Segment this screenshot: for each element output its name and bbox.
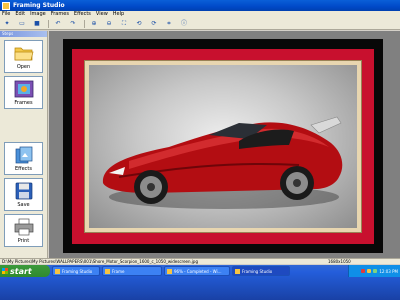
outer-frame xyxy=(63,39,383,253)
frames-label: Frames xyxy=(14,99,33,106)
taskbar-item-label: Framing Studio xyxy=(62,268,93,274)
file-path: D:\My Pictures\My Pictures\WALLPAPERS\00… xyxy=(2,259,198,264)
canvas-area xyxy=(49,31,400,258)
framed-photo[interactable] xyxy=(89,65,357,228)
app-icon xyxy=(235,269,240,274)
antivirus-icon[interactable] xyxy=(361,269,366,273)
zoom-in-icon[interactable]: ⊕ xyxy=(90,20,98,28)
windows-logo-icon xyxy=(2,268,8,274)
image-dimensions: 1680x1050 xyxy=(328,259,351,264)
new-icon[interactable]: ✦ xyxy=(3,20,11,28)
floppy-disk-icon xyxy=(14,182,34,200)
open-label: Open xyxy=(16,63,31,70)
effects-icon xyxy=(14,146,34,164)
open-button[interactable]: Open xyxy=(4,40,43,73)
app-icon xyxy=(2,1,10,10)
frames-button[interactable]: Frames xyxy=(4,76,43,109)
info-icon[interactable]: ⓘ xyxy=(180,20,188,28)
taskbar-item-label: Frame xyxy=(112,268,125,274)
print-label: Print xyxy=(17,237,30,244)
taskbar-item-label: 96% - Completed - Wi... xyxy=(174,268,222,274)
start-label: start xyxy=(10,266,32,276)
download-icon xyxy=(167,269,172,274)
menu-edit[interactable]: Edit xyxy=(15,11,25,18)
red-mat xyxy=(72,49,374,244)
frames-icon xyxy=(14,80,34,98)
taskbar-item-label: Framing Studio xyxy=(242,268,273,274)
clock: 12:03 PM xyxy=(379,268,398,274)
toolbar: ✦ ▭ ■ ↶ ↷ ⊕ ⊖ ⛶ ⟲ ⟳ ⌗ ⓘ xyxy=(0,18,400,30)
menu-frames[interactable]: Frames xyxy=(51,11,69,18)
redo-icon[interactable]: ↷ xyxy=(69,20,77,28)
steps-sidebar: Steps Open Frames Effects Save Print xyxy=(0,31,48,258)
toolbar-separator xyxy=(84,19,85,28)
taskbar-item[interactable]: Framing Studio xyxy=(52,266,100,276)
app-icon xyxy=(55,269,60,274)
title-bar: Framing Studio xyxy=(0,0,400,11)
car-image xyxy=(102,116,343,209)
save-icon[interactable]: ■ xyxy=(33,20,41,28)
menu-image[interactable]: Image xyxy=(30,11,46,18)
start-button[interactable]: start xyxy=(0,265,50,277)
taskbar-item-active[interactable]: Framing Studio xyxy=(232,266,290,276)
rotate-right-icon[interactable]: ⟳ xyxy=(150,20,158,28)
crop-icon[interactable]: ⌗ xyxy=(165,20,173,28)
print-button[interactable]: Print xyxy=(4,214,43,247)
taskbar-item[interactable]: Frame xyxy=(102,266,162,276)
toolbar-separator xyxy=(48,19,49,28)
sidebar-header: Steps xyxy=(0,31,47,37)
taskbar-item[interactable]: 96% - Completed - Wi... xyxy=(164,266,230,276)
network-icon[interactable] xyxy=(367,269,372,273)
save-label: Save xyxy=(17,201,30,208)
inner-border xyxy=(84,60,362,233)
menu-bar: File Edit Image Frames Effects View Help xyxy=(0,11,400,18)
menu-help[interactable]: Help xyxy=(113,11,124,18)
open-folder-icon xyxy=(14,44,34,62)
fit-icon[interactable]: ⛶ xyxy=(120,20,128,28)
save-button[interactable]: Save xyxy=(4,178,43,211)
undo-icon[interactable]: ↶ xyxy=(54,20,62,28)
printer-icon xyxy=(14,218,34,236)
taskbar: start Framing Studio Frame 96% - Complet… xyxy=(0,265,400,300)
rotate-left-icon[interactable]: ⟲ xyxy=(135,20,143,28)
effects-label: Effects xyxy=(15,165,32,172)
volume-icon[interactable] xyxy=(373,269,378,273)
folder-icon[interactable]: ▭ xyxy=(18,20,26,28)
menu-file[interactable]: File xyxy=(2,11,10,18)
window-title: Framing Studio xyxy=(13,2,65,9)
menu-effects[interactable]: Effects xyxy=(74,11,91,18)
zoom-out-icon[interactable]: ⊖ xyxy=(105,20,113,28)
system-tray: 12:03 PM xyxy=(348,265,400,277)
effects-button[interactable]: Effects xyxy=(4,142,43,175)
app-icon xyxy=(105,269,110,274)
status-bar: D:\My Pictures\My Pictures\WALLPAPERS\00… xyxy=(0,258,400,264)
menu-view[interactable]: View xyxy=(96,11,108,18)
